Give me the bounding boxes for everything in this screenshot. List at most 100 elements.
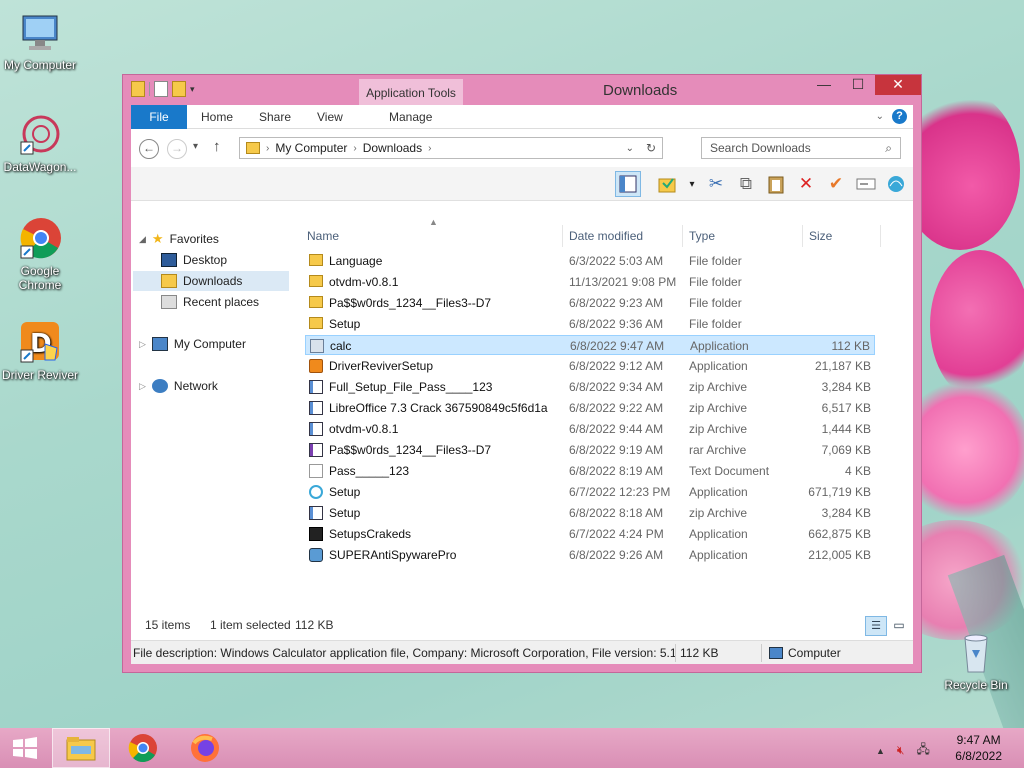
- zip-archive-icon: [309, 506, 323, 520]
- table-row[interactable]: Setup 6/8/2022 9:36 AM File folder: [305, 314, 875, 334]
- nav-item-recent-places[interactable]: Recent places: [161, 292, 259, 312]
- tab-file[interactable]: File: [131, 105, 187, 129]
- table-row[interactable]: otvdm-v0.8.1 6/8/2022 9:44 AM zip Archive 1…: [305, 419, 875, 439]
- table-row[interactable]: Full_Setup_File_Pass____123 6/8/2022 9:34…: [305, 377, 875, 397]
- volume-muted-icon[interactable]: 🔇︎: [897, 743, 905, 758]
- chevron-down-icon[interactable]: ▾: [193, 141, 198, 152]
- large-icons-view-button[interactable]: ▭: [889, 616, 909, 636]
- taskbar-chrome[interactable]: [114, 728, 172, 768]
- table-row[interactable]: LibreOffice 7.3 Crack 367590849c5f6d1a 6/…: [305, 398, 875, 418]
- file-date: 6/8/2022 8:18 AM: [569, 506, 664, 520]
- column-header-type[interactable]: Type: [683, 225, 803, 247]
- rename-icon[interactable]: [853, 171, 879, 197]
- delete-icon[interactable]: ✕: [793, 171, 819, 197]
- refresh-icon[interactable]: ↻: [646, 141, 656, 155]
- table-row[interactable]: Pass_____123 6/8/2022 8:19 AM Text Documen…: [305, 461, 875, 481]
- desktop-icon-recycle-bin[interactable]: Recycle Bin: [936, 630, 1016, 692]
- chevron-right-icon: ›: [428, 142, 432, 154]
- copy-icon[interactable]: ⧉: [733, 171, 759, 197]
- nav-my-computer[interactable]: ▷ My Computer: [139, 334, 246, 354]
- file-explorer-icon: [66, 737, 96, 761]
- chevron-right-icon[interactable]: ▷: [139, 334, 146, 354]
- table-row[interactable]: Setup 6/8/2022 8:18 AM zip Archive 3,284 KB: [305, 503, 875, 523]
- search-icon[interactable]: ⌕: [885, 138, 892, 158]
- setup-app-icon: [309, 359, 323, 373]
- file-name: Pa$$w0rds_1234__Files3--D7: [329, 296, 492, 310]
- chrome-icon: [128, 734, 157, 763]
- close-button[interactable]: ✕: [875, 75, 921, 95]
- file-type: Application: [689, 548, 748, 562]
- desktop-icon-driver-reviver[interactable]: D Driver Reviver: [0, 320, 80, 382]
- chevron-down-icon[interactable]: ▾: [685, 171, 699, 197]
- breadcrumb-downloads[interactable]: Downloads: [363, 141, 422, 155]
- new-folder-icon[interactable]: [172, 81, 186, 97]
- clock[interactable]: 9:47 AM 6/8/2022: [955, 732, 1002, 764]
- nav-network[interactable]: ▷ Network: [139, 376, 218, 396]
- tab-home[interactable]: Home: [201, 105, 233, 129]
- table-row[interactable]: Language 6/3/2022 5:03 AM File folder: [305, 251, 875, 271]
- breadcrumb-my-computer[interactable]: My Computer: [275, 141, 347, 155]
- driver-reviver-icon: D: [17, 320, 63, 366]
- tab-manage[interactable]: Manage: [389, 105, 432, 129]
- table-row[interactable]: SetupsCrakeds 6/7/2022 4:24 PM Application…: [305, 524, 875, 544]
- file-date: 6/3/2022 5:03 AM: [569, 254, 664, 268]
- title-bar[interactable]: ▾ Application Tools Downloads — ☐ ✕: [123, 75, 921, 105]
- desktop-icon-datawagon[interactable]: DataWagon...: [0, 112, 80, 174]
- start-button[interactable]: [0, 728, 50, 768]
- minimize-button[interactable]: —: [807, 75, 841, 95]
- file-name: otvdm-v0.8.1: [329, 275, 399, 289]
- shell-icon[interactable]: [883, 171, 909, 197]
- table-row[interactable]: otvdm-v0.8.1 11/13/2021 9:08 PM File folde…: [305, 272, 875, 292]
- table-row[interactable]: DriverReviverSetup 6/8/2022 9:12 AM Applic…: [305, 356, 875, 376]
- properties-icon[interactable]: [154, 81, 168, 97]
- folder-icon[interactable]: [131, 81, 145, 97]
- taskbar-firefox[interactable]: [176, 728, 234, 768]
- nav-item-downloads[interactable]: Downloads: [133, 271, 289, 291]
- address-bar[interactable]: › My Computer › Downloads › ⌄ ↻: [239, 137, 663, 159]
- chevron-down-icon[interactable]: ⌄: [876, 111, 884, 122]
- taskbar: ▲ 🔇︎ 🖧 9:47 AM 6/8/2022: [0, 728, 1024, 768]
- desktop-icon-my-computer[interactable]: My Computer: [0, 10, 80, 72]
- checkmark-icon[interactable]: ✔: [823, 171, 849, 197]
- search-input[interactable]: Search Downloads ⌕: [701, 137, 901, 159]
- folder-options-icon[interactable]: [655, 171, 681, 197]
- up-arrow-icon[interactable]: ↑: [213, 138, 221, 155]
- table-row[interactable]: calc 6/8/2022 9:47 AM Application 112 KB: [305, 335, 875, 355]
- show-hidden-icons-button[interactable]: ▲: [876, 746, 885, 756]
- column-header-size[interactable]: Size: [803, 225, 881, 247]
- chevron-right-icon[interactable]: ▷: [139, 376, 146, 396]
- maximize-button[interactable]: ☐: [841, 75, 875, 95]
- table-row[interactable]: Pa$$w0rds_1234__Files3--D7 6/8/2022 9:23 …: [305, 293, 875, 313]
- nav-item-desktop[interactable]: Desktop: [161, 250, 227, 270]
- clock-date: 6/8/2022: [955, 749, 1002, 763]
- back-button[interactable]: ←: [139, 139, 159, 159]
- tab-view[interactable]: View: [317, 105, 343, 129]
- file-type: Application: [689, 527, 748, 541]
- details-view-button[interactable]: ☰: [865, 616, 887, 636]
- chevron-down-icon[interactable]: ⌄: [626, 143, 634, 154]
- tab-share[interactable]: Share: [259, 105, 291, 129]
- desktop-icon-google-chrome[interactable]: Google Chrome: [0, 216, 80, 292]
- table-row[interactable]: Pa$$w0rds_1234__Files3--D7 6/8/2022 9:19 …: [305, 440, 875, 460]
- file-date: 6/8/2022 9:19 AM: [569, 443, 664, 457]
- forward-button[interactable]: →: [167, 139, 187, 159]
- column-header-name[interactable]: Name: [301, 225, 563, 247]
- preview-pane-icon[interactable]: [615, 171, 641, 197]
- selected-size: 112 KB: [295, 618, 334, 632]
- file-date: 6/8/2022 9:12 AM: [569, 359, 664, 373]
- network-icon[interactable]: 🖧: [916, 740, 929, 761]
- table-row[interactable]: SUPERAntiSpywarePro 6/8/2022 9:26 AM Appli…: [305, 545, 875, 565]
- file-size: 671,719 KB: [808, 485, 871, 499]
- cut-icon[interactable]: ✂: [703, 171, 729, 197]
- window-title: Downloads: [603, 82, 678, 99]
- clock-time: 9:47 AM: [956, 733, 1001, 747]
- table-row[interactable]: Setup 6/7/2022 12:23 PM Application 671,719…: [305, 482, 875, 502]
- setup-app-icon: [309, 485, 323, 499]
- paste-icon[interactable]: [763, 171, 789, 197]
- taskbar-file-explorer[interactable]: [52, 728, 110, 768]
- column-header-date-modified[interactable]: Date modified: [563, 225, 683, 247]
- chevron-down-icon[interactable]: ◢: [139, 229, 146, 249]
- nav-favorites[interactable]: ◢ ★ Favorites: [139, 229, 219, 249]
- help-icon[interactable]: ?: [892, 109, 907, 124]
- chevron-down-icon[interactable]: ▾: [190, 81, 200, 97]
